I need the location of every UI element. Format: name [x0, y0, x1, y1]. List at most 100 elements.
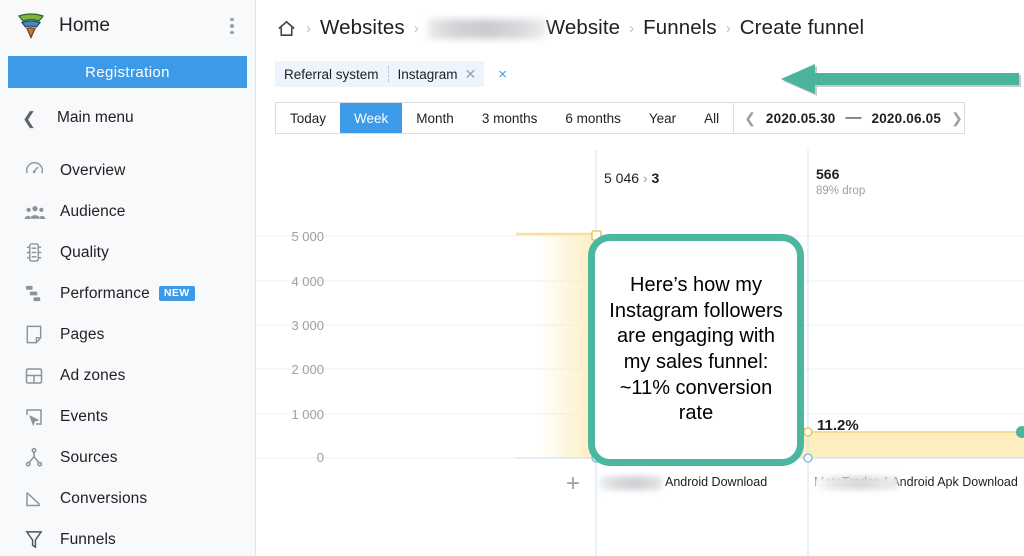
- people-icon: [24, 201, 50, 223]
- breadcrumb-item-label: Website: [546, 16, 620, 39]
- sidebar-item-label: Overview: [60, 162, 125, 180]
- page-icon: [24, 324, 50, 346]
- sidebar-nav: Overview Audience: [0, 150, 255, 556]
- range-preset-all[interactable]: All: [690, 103, 733, 133]
- date-range-dash: —: [846, 109, 862, 127]
- breadcrumb-separator: ›: [726, 20, 731, 37]
- sidebar: Home Registration ❮ Main menu Overview: [0, 0, 256, 556]
- sidebar-item-label: Audience: [60, 203, 125, 221]
- sidebar-item-label: Conversions: [60, 490, 147, 508]
- svg-text:2 000: 2 000: [291, 362, 324, 377]
- filter-chips-group: Referral system Instagram ✕: [275, 61, 484, 87]
- sidebar-item-label: Ad zones: [60, 367, 125, 385]
- sidebar-item-conversions[interactable]: Conversions: [0, 478, 255, 519]
- breadcrumb-item-websites[interactable]: Websites: [320, 16, 405, 40]
- sidebar-item-ad-zones[interactable]: Ad zones: [0, 355, 255, 396]
- registration-label: Registration: [85, 64, 170, 81]
- sidebar-item-label: Funnels: [60, 531, 116, 549]
- step-1-secondary-value: 3: [652, 170, 660, 186]
- redacted-label-prefix: [814, 476, 898, 490]
- date-range-bar: Today Week Month 3 months 6 months Year …: [275, 102, 965, 134]
- chevron-right-icon[interactable]: ❯: [951, 110, 963, 127]
- svg-text:1 000: 1 000: [291, 407, 324, 422]
- sidebar-item-performance[interactable]: Performance NEW: [0, 273, 255, 314]
- date-range-start[interactable]: 2020.05.30: [766, 111, 836, 126]
- step-1-values: 5 046 › 3: [604, 170, 659, 186]
- breadcrumb: › Websites › Website › Funnels › Create …: [256, 0, 1024, 56]
- branch-icon: [24, 447, 50, 469]
- date-range-end[interactable]: 2020.06.05: [872, 111, 942, 126]
- sidebar-item-label: Events: [60, 408, 108, 426]
- filter-chip-label: Referral system: [284, 67, 379, 82]
- clear-all-filters-button[interactable]: ×: [498, 66, 507, 83]
- svg-text:3 000: 3 000: [291, 318, 324, 333]
- callout-annotation: Here’s how my Instagram followers are en…: [588, 234, 804, 466]
- breadcrumb-item-create-funnel: Create funnel: [740, 16, 864, 40]
- range-preset-year[interactable]: Year: [635, 103, 690, 133]
- more-vertical-icon[interactable]: [221, 15, 243, 37]
- step-2-x-label: MetaTrader 4 Android Apk Download: [814, 475, 1018, 489]
- step-2-conversion-label: 11.2%: [817, 417, 859, 434]
- sidebar-item-funnels[interactable]: Funnels: [0, 519, 255, 556]
- sidebar-item-sources[interactable]: Sources: [0, 437, 255, 478]
- range-preset-month[interactable]: Month: [402, 103, 468, 133]
- sidebar-header: Home: [0, 0, 255, 52]
- svg-text:5 000: 5 000: [291, 229, 324, 244]
- status-badge: NEW: [159, 286, 195, 302]
- redacted-label-prefix: [600, 476, 662, 490]
- sidebar-item-pages[interactable]: Pages: [0, 314, 255, 355]
- traffic-light-icon: [24, 242, 50, 264]
- sidebar-item-overview[interactable]: Overview: [0, 150, 255, 191]
- speedometer-icon: [24, 160, 50, 182]
- sidebar-item-label: Quality: [60, 244, 109, 262]
- funnel-logo-icon: [14, 9, 48, 43]
- svg-text:4 000: 4 000: [291, 274, 324, 289]
- callout-text: Here’s how my Instagram followers are en…: [605, 273, 787, 427]
- sidebar-item-quality[interactable]: Quality: [0, 232, 255, 273]
- range-preset-today[interactable]: Today: [276, 103, 340, 133]
- trend-down-icon: [24, 488, 50, 510]
- breadcrumb-separator: ›: [629, 20, 634, 37]
- chip-divider: [388, 66, 389, 82]
- range-preset-6-months[interactable]: 6 months: [551, 103, 635, 133]
- filter-chips-row: Referral system Instagram ✕ ×: [256, 56, 1024, 92]
- sidebar-item-label: Performance: [60, 285, 150, 303]
- step-1-header: 5 046 › 3: [604, 170, 659, 186]
- sidebar-item-registration[interactable]: Registration: [8, 56, 247, 88]
- sidebar-item-label: Pages: [60, 326, 104, 344]
- y-axis-labels: 5 000 4 000 3 000 2 000 1 000 0: [291, 229, 324, 465]
- filter-chip-instagram[interactable]: Instagram ✕: [398, 66, 477, 83]
- svg-text:0: 0: [317, 450, 324, 465]
- step-1-value: 5 046: [604, 170, 639, 186]
- sidebar-main-menu[interactable]: ❮ Main menu: [0, 94, 255, 142]
- breadcrumb-item-website[interactable]: Website: [428, 16, 620, 40]
- main-content: › Websites › Website › Funnels › Create …: [256, 0, 1024, 556]
- breadcrumb-separator: ›: [414, 20, 419, 37]
- sidebar-item-events[interactable]: Events: [0, 396, 255, 437]
- chevron-left-icon[interactable]: ❮: [744, 110, 756, 127]
- close-icon[interactable]: ✕: [465, 66, 477, 83]
- step-2-drop-label: 89% drop: [816, 185, 865, 197]
- step-1-x-label-text: Android Download: [665, 475, 767, 489]
- bar-steps-icon: [24, 283, 50, 305]
- breadcrumb-separator: ›: [306, 20, 311, 37]
- node-marker-step2: [804, 428, 812, 436]
- sidebar-item-audience[interactable]: Audience: [0, 191, 255, 232]
- breadcrumb-item-funnels[interactable]: Funnels: [643, 16, 717, 40]
- range-preset-week[interactable]: Week: [340, 103, 402, 133]
- filter-chip-referral-system[interactable]: Referral system: [284, 67, 379, 82]
- filter-chip-label: Instagram: [398, 67, 458, 82]
- cursor-box-icon: [24, 406, 50, 428]
- plus-icon[interactable]: +: [566, 472, 580, 496]
- step-2-header: 566 89% drop: [816, 166, 865, 197]
- main-menu-label: Main menu: [57, 109, 134, 127]
- range-preset-3-months[interactable]: 3 months: [468, 103, 552, 133]
- chevron-right-icon: ›: [643, 170, 648, 186]
- date-range-picker: ❮ 2020.05.30 — 2020.06.05 ❯: [733, 103, 973, 133]
- redacted-site-name: [428, 19, 546, 39]
- node-marker-step2-base: [804, 454, 812, 462]
- layout-icon: [24, 365, 50, 387]
- step-2-value: 566: [816, 166, 865, 182]
- home-icon[interactable]: [276, 18, 297, 39]
- page-title: Home: [59, 15, 110, 37]
